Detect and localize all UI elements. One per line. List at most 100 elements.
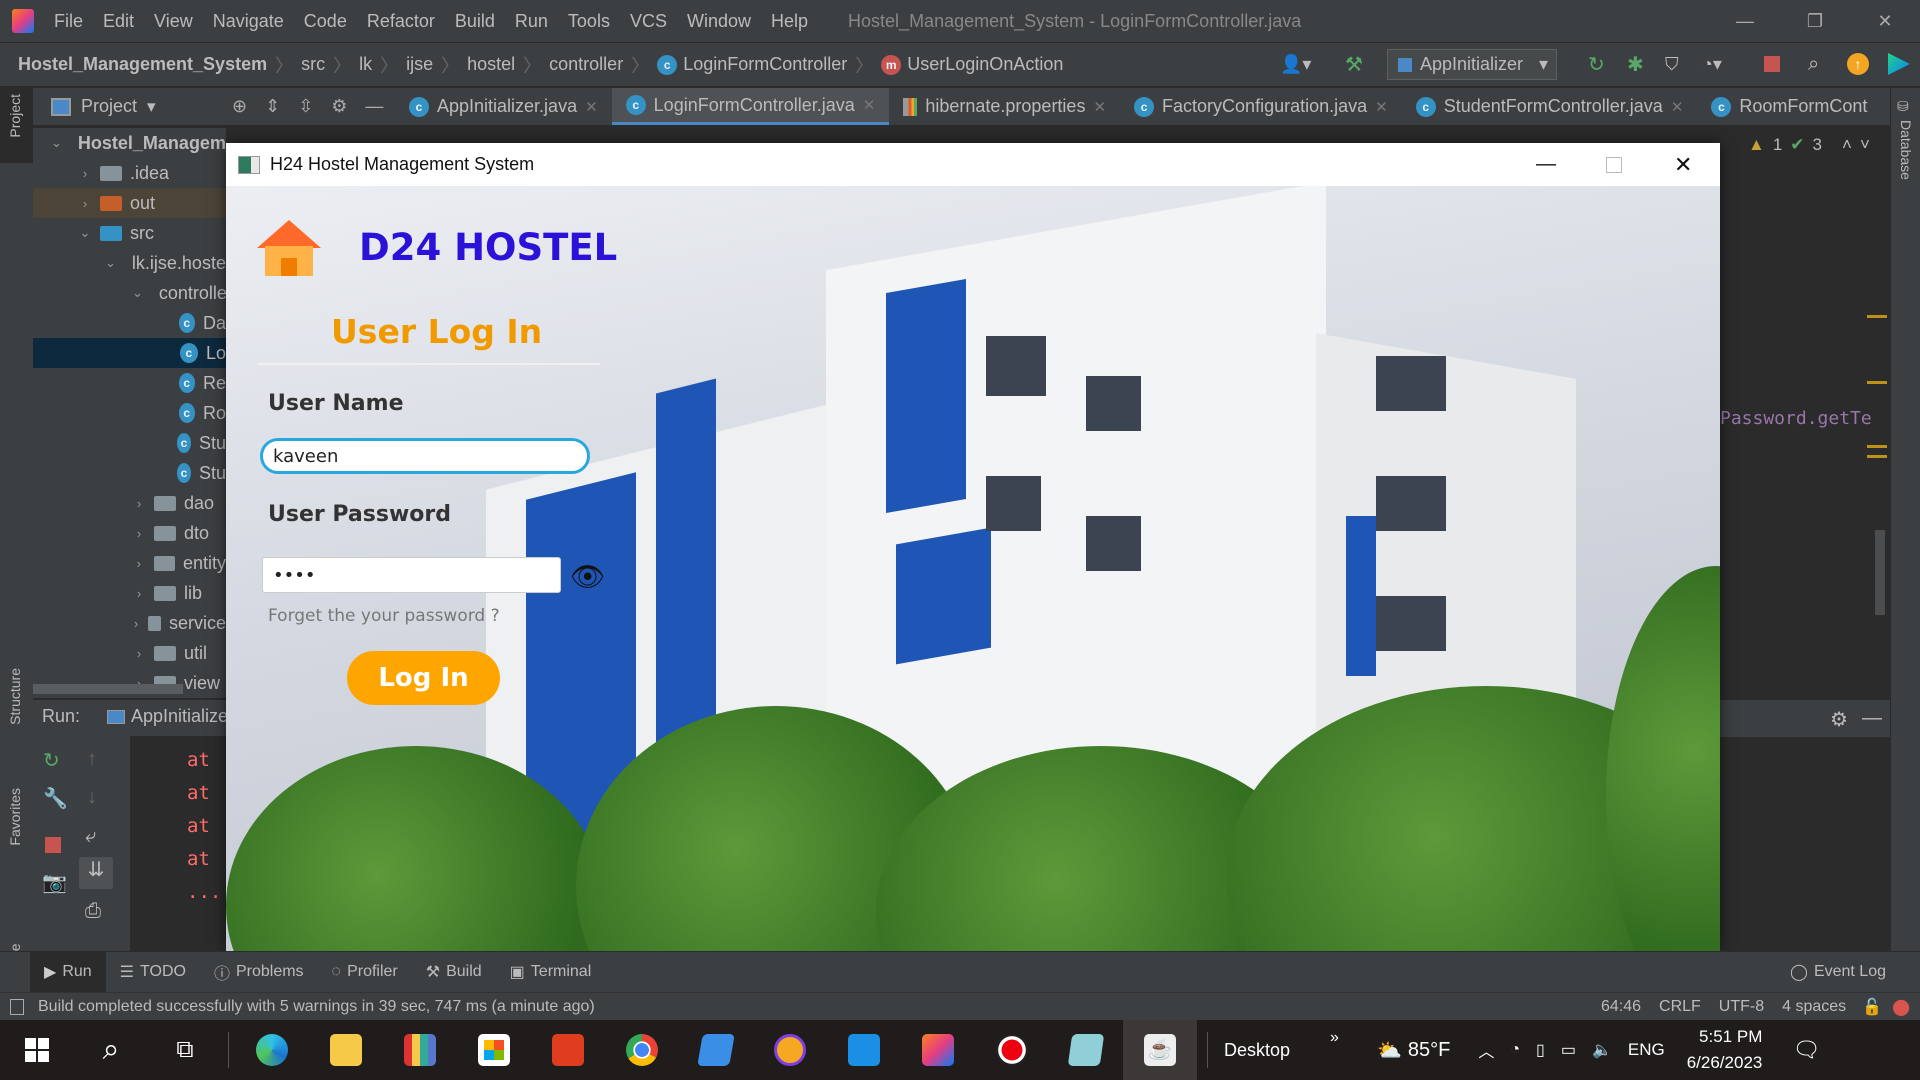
hide-icon[interactable]: — [365, 96, 383, 117]
breadcrumb-ijse[interactable]: ijse [406, 54, 433, 75]
close-button[interactable]: ✕ [1855, 0, 1915, 43]
phone-link-icon[interactable]: ▯ [1536, 1040, 1545, 1060]
tree-item-util[interactable]: › util [33, 638, 226, 668]
menu-vcs[interactable]: VCS [630, 11, 667, 32]
chevron-down-icon[interactable]: ⌄ [51, 135, 62, 151]
tree-item-stu[interactable]: c Stu [33, 458, 226, 488]
breadcrumb-project[interactable]: Hostel_Management_System [18, 54, 267, 75]
chevron-right-icon[interactable]: › [78, 196, 92, 211]
dialog-minimize-button[interactable]: — [1536, 153, 1556, 176]
menu-view[interactable]: View [154, 11, 193, 32]
recorder-icon[interactable] [975, 1020, 1049, 1080]
tab-appinitializer[interactable]: c AppInitializer.java ✕ [395, 88, 612, 125]
rerun-icon[interactable]: ↻ [43, 748, 60, 773]
dialog-close-button[interactable]: ✕ [1674, 152, 1692, 178]
tree-item-lib[interactable]: › lib [33, 578, 226, 608]
collapse-all-icon[interactable]: ⇳ [298, 96, 313, 117]
chevron-right-icon[interactable]: › [132, 496, 146, 511]
forgot-password-link[interactable]: Forget the your password ? [268, 606, 500, 626]
edge-icon[interactable] [235, 1020, 309, 1080]
run-config-select[interactable]: AppInitializer ▾ [1387, 49, 1557, 80]
wrench-icon[interactable]: 🔧 [43, 786, 68, 811]
camera-icon[interactable]: 📷 [42, 870, 67, 895]
menu-run[interactable]: Run [515, 11, 548, 32]
breadcrumb-class[interactable]: c LoginFormController [657, 54, 847, 75]
password-input[interactable] [262, 557, 561, 593]
tree-item-stu[interactable]: c Stu [33, 428, 226, 458]
favorites-tool-tab[interactable]: Favorites [7, 788, 23, 846]
windows-start-icon[interactable] [0, 1020, 74, 1080]
editor-scrollbar[interactable] [1875, 530, 1885, 615]
chevron-down-icon[interactable]: ⌄ [132, 285, 143, 301]
show-password-eye-icon[interactable]: 👁 [570, 560, 606, 593]
lock-icon[interactable]: 🔓 [1862, 997, 1882, 1017]
tab-studentformcontroller[interactable]: c StudentFormController.java ✕ [1402, 88, 1698, 125]
volume-icon[interactable]: 🔈 [1592, 1040, 1612, 1060]
tree-item-controller[interactable]: ⌄ controller [33, 278, 226, 308]
build-tool-button[interactable]: ⚒ Build [412, 952, 496, 992]
clock[interactable]: 5:51 PM 6/26/2023 [1687, 1024, 1763, 1076]
up-arrow-icon[interactable]: ↑ [87, 748, 97, 771]
weather-widget[interactable]: ⛅ 85°F [1377, 1038, 1450, 1063]
search-icon[interactable]: ⌕ [1808, 53, 1819, 76]
file-encoding[interactable]: UTF-8 [1719, 998, 1764, 1016]
menu-edit[interactable]: Edit [103, 11, 134, 32]
intellij-taskbar-icon[interactable] [901, 1020, 975, 1080]
menu-tools[interactable]: Tools [568, 11, 610, 32]
desktop-toolbar[interactable]: Desktop [1224, 1040, 1290, 1061]
tree-item--idea[interactable]: › .idea [33, 158, 226, 188]
language-indicator[interactable]: ENG [1628, 1040, 1665, 1060]
close-tab-icon[interactable]: ✕ [1093, 98, 1106, 116]
hide-icon[interactable]: — [1862, 707, 1882, 730]
tree-item-dto[interactable]: › dto [33, 518, 226, 548]
username-input[interactable] [260, 438, 590, 474]
next-highlight-icon[interactable]: ˅ [1860, 135, 1870, 155]
caret-position[interactable]: 64:46 [1601, 998, 1641, 1016]
menu-code[interactable]: Code [304, 11, 347, 32]
chevron-down-icon[interactable]: ⌄ [78, 225, 92, 241]
menu-build[interactable]: Build [455, 11, 495, 32]
debug-icon[interactable]: ✱ [1627, 52, 1644, 77]
tab-hibernate-properties[interactable]: hibernate.properties ✕ [889, 88, 1120, 125]
tab-factoryconfiguration[interactable]: c FactoryConfiguration.java ✕ [1120, 88, 1402, 125]
run-console[interactable]: at at at at ... [130, 736, 226, 951]
wifi-icon[interactable]: ◔ [1510, 1041, 1520, 1059]
menu-file[interactable]: File [54, 11, 83, 32]
restore-button[interactable]: ❐ [1785, 0, 1845, 43]
office-icon[interactable] [531, 1020, 605, 1080]
tree-item-out[interactable]: › out [33, 188, 226, 218]
indent-setting[interactable]: 4 spaces [1782, 998, 1846, 1016]
chevron-right-icon[interactable]: › [132, 556, 146, 571]
user-icon[interactable]: 👤▾ [1280, 54, 1311, 75]
gear-icon[interactable]: ⚙ [1830, 707, 1848, 732]
close-tab-icon[interactable]: ✕ [585, 98, 598, 116]
mail-icon[interactable] [827, 1020, 901, 1080]
chevron-right-icon[interactable]: › [132, 616, 140, 631]
run-tool-button[interactable]: ▶ Run [30, 952, 106, 992]
inspection-widget[interactable]: ▲ 1 ✔ 3 ˄ ˅ [1748, 135, 1870, 155]
notepad-icon[interactable] [1049, 1020, 1123, 1080]
project-tool-tab[interactable]: Project [7, 94, 23, 138]
locate-icon[interactable]: ⊕ [232, 96, 247, 117]
soft-wrap-icon[interactable]: ⤶ [85, 825, 96, 848]
microsoft-store-icon[interactable] [457, 1020, 531, 1080]
close-tab-icon[interactable]: ✕ [863, 96, 876, 114]
file-explorer-icon[interactable] [309, 1020, 383, 1080]
expand-all-icon[interactable]: ⇕ [265, 96, 280, 117]
todo-tool-button[interactable]: ☰ TODO [106, 952, 200, 992]
chevron-right-icon[interactable]: › [132, 526, 146, 541]
tree-item-re[interactable]: c Re [33, 368, 226, 398]
chevron-right-icon[interactable]: › [132, 646, 146, 661]
menu-navigate[interactable]: Navigate [213, 11, 284, 32]
project-panel-title[interactable]: Project [81, 96, 137, 117]
structure-tool-tab[interactable]: Structure [7, 668, 23, 725]
event-log-button[interactable]: ◯ Event Log [1776, 952, 1900, 992]
vpn-shield-icon[interactable] [753, 1020, 827, 1080]
login-button[interactable]: Log In [347, 651, 500, 705]
remote-desktop-icon[interactable] [679, 1020, 753, 1080]
menu-window[interactable]: Window [687, 11, 751, 32]
tree-item-da[interactable]: c Da [33, 308, 226, 338]
prev-highlight-icon[interactable]: ˄ [1842, 135, 1852, 155]
problems-tool-button[interactable]: ⓘ Problems [200, 952, 318, 992]
tree-item-service[interactable]: › service [33, 608, 226, 638]
